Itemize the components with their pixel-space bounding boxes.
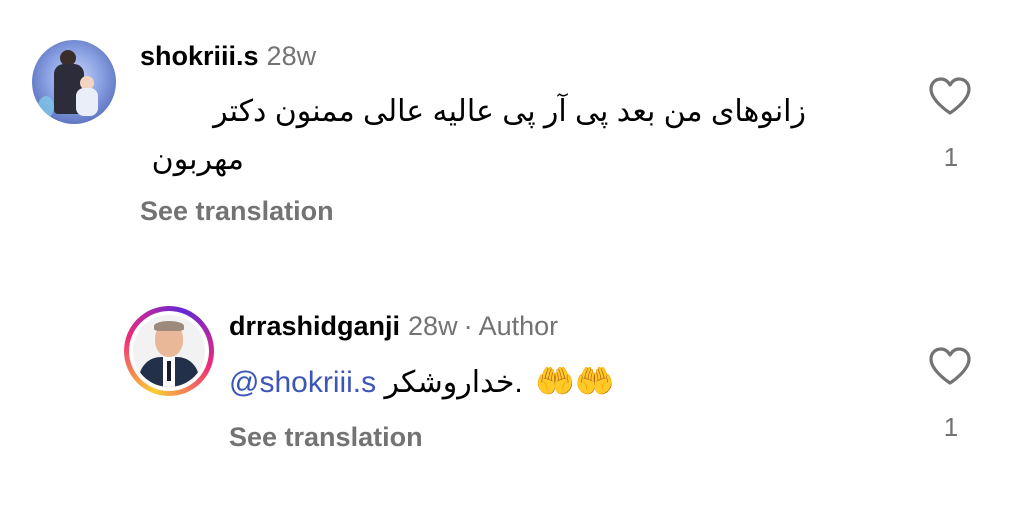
avatar-tie bbox=[167, 361, 171, 381]
timestamp: 28w bbox=[266, 41, 317, 71]
avatar-hair bbox=[154, 321, 184, 331]
comment-text-continuation: مهربون bbox=[151, 143, 244, 176]
see-translation-button[interactable]: See translation bbox=[229, 422, 423, 453]
heart-icon[interactable] bbox=[928, 76, 972, 116]
mention-link[interactable]: @shokriii.s bbox=[229, 366, 376, 399]
separator: · bbox=[463, 311, 473, 341]
author-badge: Author bbox=[478, 311, 559, 341]
comment-item: shokriii.s 28w زانوهای من بعد پی آر پی عا… bbox=[0, 0, 1024, 260]
heart-icon[interactable] bbox=[928, 346, 972, 386]
username[interactable]: drrashidganji bbox=[229, 311, 400, 341]
reply-text-period: . bbox=[514, 366, 523, 399]
like-count: 1 bbox=[943, 412, 959, 442]
reply-text: @shokriii.s خداروشکر. 🤲🤲 bbox=[229, 357, 615, 407]
username[interactable]: shokriii.s bbox=[140, 41, 259, 71]
reply-text-persian: خداروشکر bbox=[384, 366, 515, 399]
like-count: 1 bbox=[943, 142, 959, 172]
avatar-decoration bbox=[38, 96, 54, 118]
avatar-child-body bbox=[76, 88, 98, 116]
see-translation-button[interactable]: See translation bbox=[140, 196, 334, 227]
timestamp: 28w bbox=[408, 311, 458, 341]
avatar[interactable] bbox=[133, 315, 205, 387]
avatar[interactable] bbox=[32, 40, 116, 124]
comment-header: shokriii.s 28w bbox=[140, 40, 316, 72]
reply-header: drrashidganji 28w · Author bbox=[229, 310, 558, 342]
comment-text: زانوهای من بعد پی آر پی عالیه عالی ممنون… bbox=[213, 95, 806, 128]
emoji: 🤲🤲 bbox=[535, 363, 615, 399]
